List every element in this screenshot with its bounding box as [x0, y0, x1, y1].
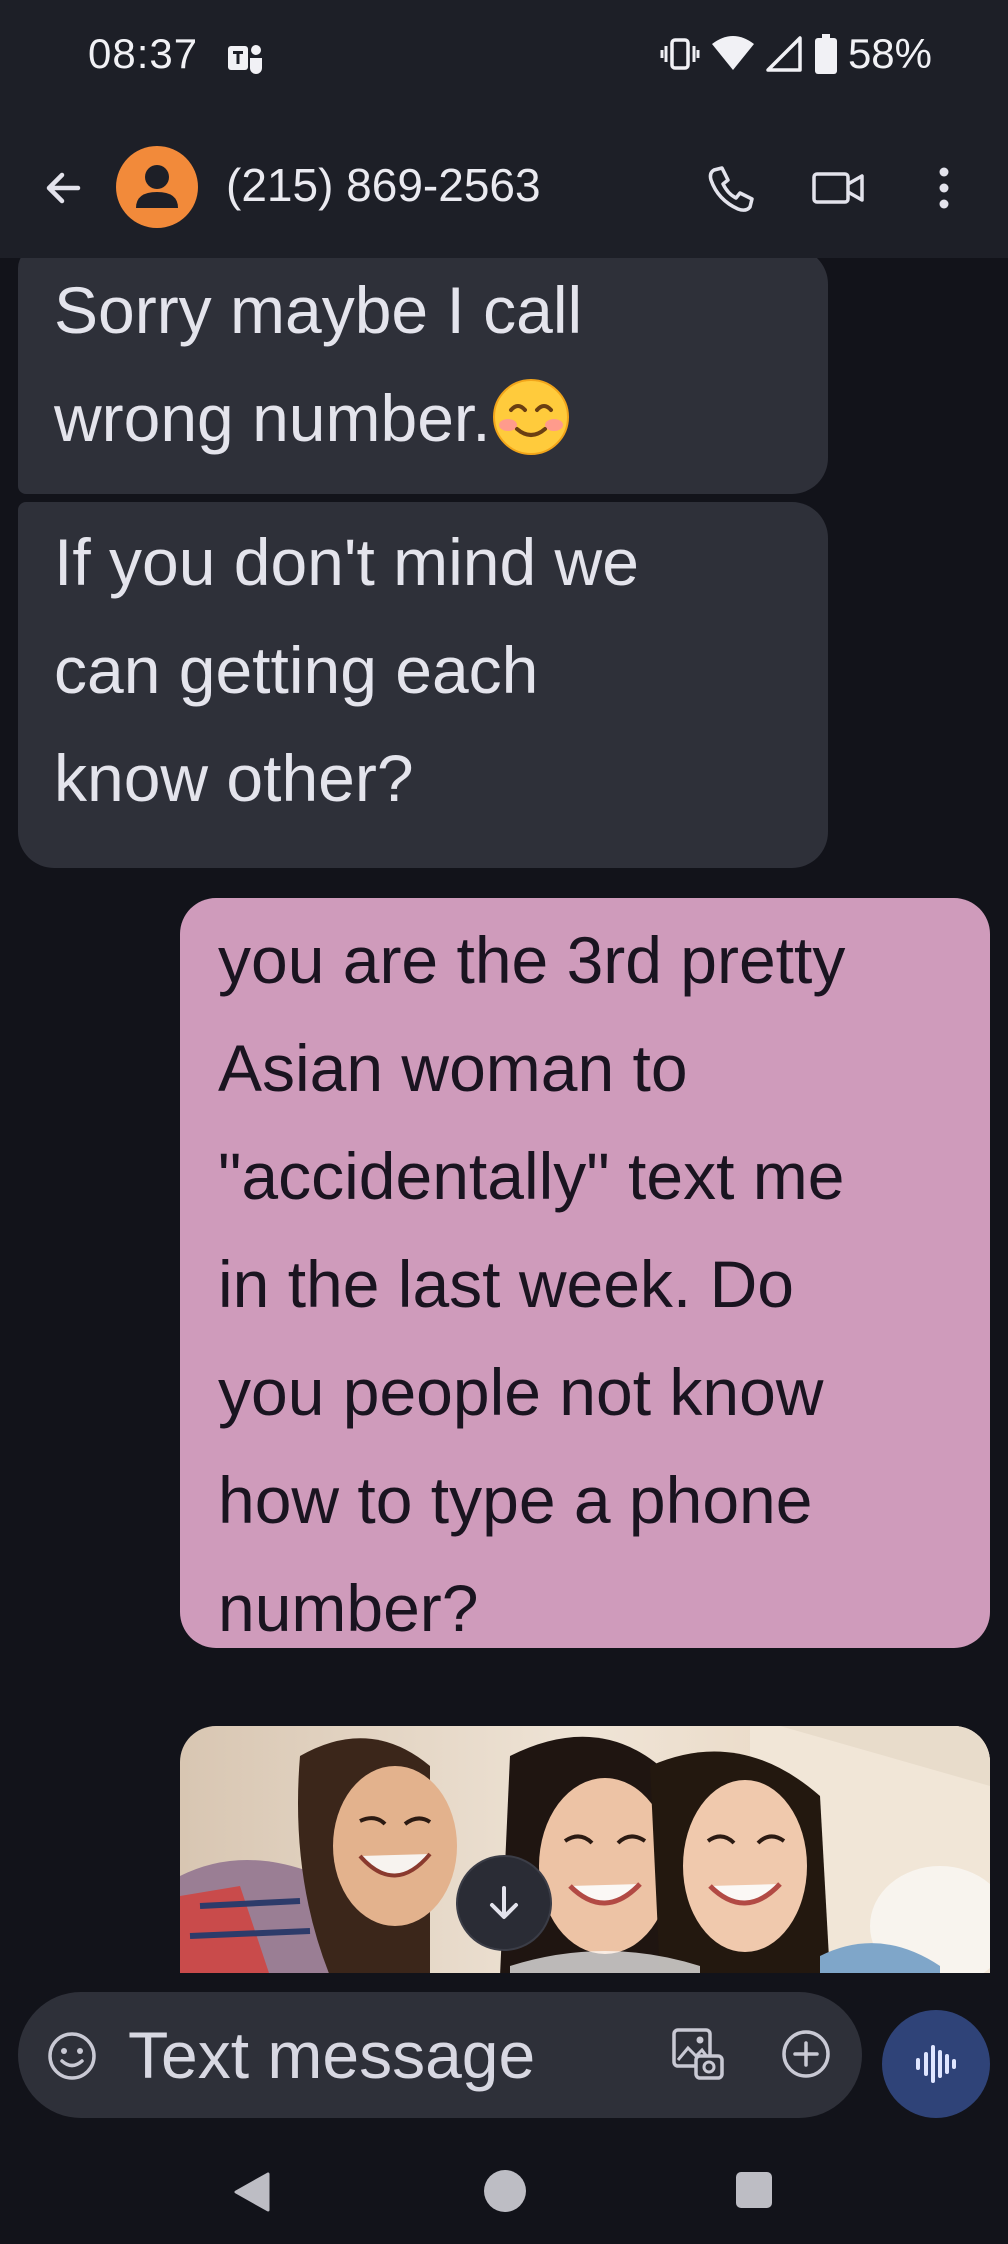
status-bar: 08:37 58% — [0, 0, 1008, 118]
gallery-icon[interactable] — [668, 2024, 728, 2084]
message-composer — [18, 1992, 862, 2118]
status-time: 08:37 — [88, 30, 199, 77]
message-line: Sorry maybe I call — [54, 273, 583, 347]
outgoing-message-bubble[interactable]: you are the 3rd pretty Asian woman to "a… — [180, 898, 990, 1648]
teams-icon — [228, 45, 262, 74]
back-icon[interactable] — [34, 158, 94, 218]
message-line: know other? — [54, 741, 414, 815]
message-line: number? — [218, 1571, 479, 1645]
phone-icon[interactable] — [700, 158, 760, 218]
message-line: If you don't mind we — [54, 525, 639, 599]
conversation-header: (215) 869-2563 — [0, 118, 1008, 258]
emoji-icon[interactable] — [44, 2028, 100, 2084]
message-line: Asian woman to — [218, 1031, 688, 1105]
smiling-face-emoji — [492, 379, 569, 455]
message-line: how to type a phone — [218, 1463, 813, 1537]
message-line: wrong number. — [54, 381, 491, 455]
message-line-with-emoji: wrong number. — [54, 364, 582, 472]
system-navigation-bar — [0, 2138, 1008, 2244]
avatar[interactable] — [116, 146, 198, 228]
more-vert-icon[interactable] — [918, 158, 970, 218]
text-message-input[interactable] — [126, 2014, 630, 2096]
nav-back-icon[interactable] — [230, 2170, 274, 2214]
video-icon[interactable] — [808, 158, 868, 218]
status-icons: 58% — [660, 30, 932, 78]
vibrate-icon — [660, 38, 700, 70]
battery-icon — [814, 34, 837, 74]
wifi-icon — [711, 36, 754, 70]
scroll-to-bottom-button[interactable] — [456, 1855, 552, 1951]
message-line: you are the 3rd pretty — [218, 923, 846, 997]
arrow-down-icon — [490, 1886, 518, 1919]
message-line: "accidentally" text me — [218, 1139, 845, 1213]
waveform-icon — [916, 2045, 956, 2083]
incoming-message-bubble[interactable]: If you don't mind we can getting each kn… — [18, 502, 828, 868]
photo-image — [180, 1726, 990, 1973]
message-line: in the last week. Do — [218, 1247, 794, 1321]
voice-message-button[interactable] — [882, 2010, 990, 2118]
message-line: can getting each — [54, 633, 539, 707]
battery-percent: 58% — [847, 30, 932, 77]
add-icon[interactable] — [778, 2026, 834, 2082]
person-icon — [136, 165, 178, 208]
cell-signal-icon — [766, 36, 802, 72]
contact-name[interactable]: (215) 869-2563 — [226, 158, 541, 212]
photo-attachment[interactable] — [180, 1726, 990, 1973]
incoming-message-bubble[interactable]: Sorry maybe I call wrong number. — [18, 258, 828, 494]
message-line: you people not know — [218, 1355, 824, 1429]
nav-recents-icon[interactable] — [736, 2172, 772, 2208]
message-thread[interactable]: Sorry maybe I call wrong number. If you … — [0, 258, 1008, 1973]
nav-home-icon[interactable] — [484, 2170, 526, 2212]
